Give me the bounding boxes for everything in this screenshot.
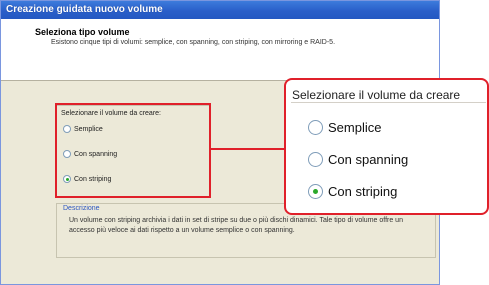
zoom-group-border [291,102,486,103]
page-title: Seleziona tipo volume [35,27,130,37]
description-legend: Descrizione [63,205,100,212]
zoom-legend: Selezionare il volume da creare [292,88,461,102]
zoom-radio-option-semplice[interactable]: Semplice [308,120,381,135]
description-text: Un volume con striping archivia i dati i… [69,217,403,234]
radio-button-selected-icon[interactable] [308,184,323,199]
window-title: Creazione guidata nuovo volume [6,4,163,15]
callout-connector-line [211,148,285,150]
zoom-radio-label: Con spanning [328,152,409,167]
zoom-radio-label: Con striping [328,184,398,199]
radio-button-icon[interactable] [308,120,323,135]
zoom-radio-option-con-striping[interactable]: Con striping [308,184,397,199]
zoom-radio-label: Semplice [328,120,382,135]
highlight-outline [55,103,211,198]
window-titlebar[interactable]: Creazione guidata nuovo volume [1,1,439,19]
zoom-callout: Selezionare il volume da creare Semplice… [284,78,489,215]
zoom-radio-option-con-spanning[interactable]: Con spanning [308,152,408,167]
radio-button-icon[interactable] [308,152,323,167]
page-subtitle: Esistono cinque tipi di volumi: semplice… [51,39,336,46]
